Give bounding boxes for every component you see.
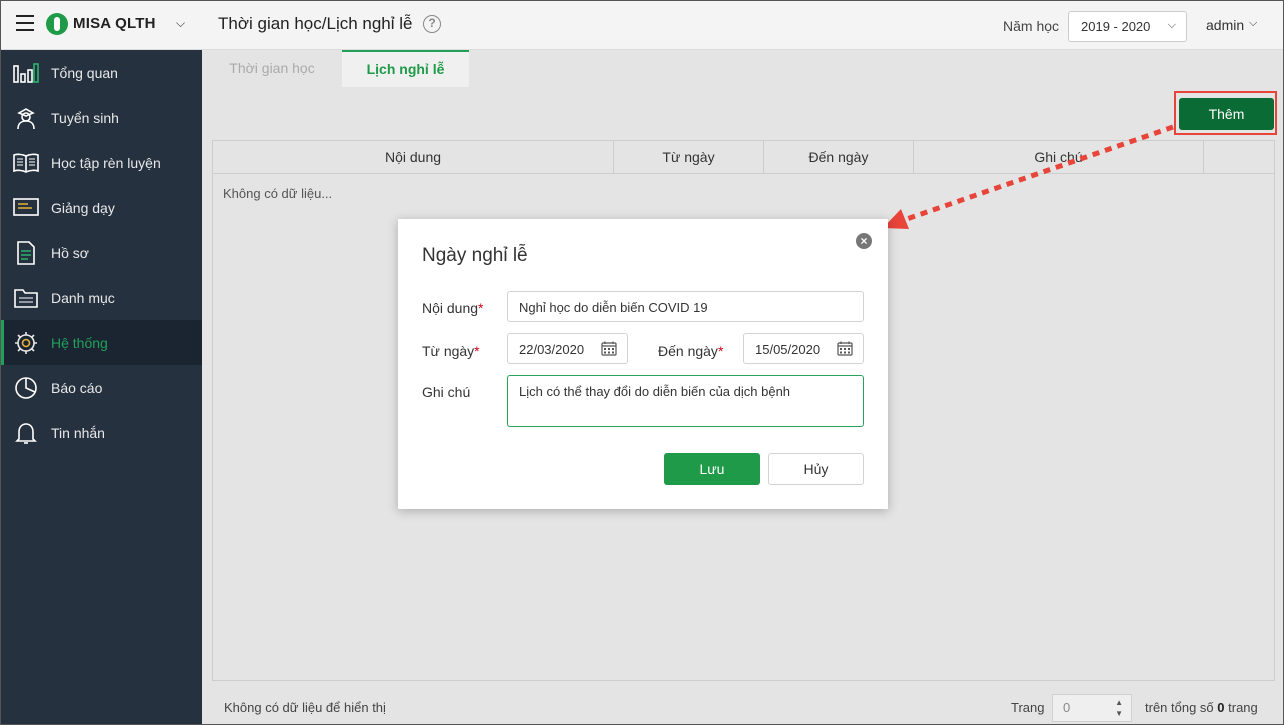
calendar-icon[interactable] bbox=[601, 341, 617, 356]
pie-chart-icon bbox=[13, 376, 39, 400]
note-label: Ghi chú bbox=[422, 384, 471, 400]
sidebar-item-tin-nhan[interactable]: Tin nhắn bbox=[1, 410, 202, 455]
menu-icon[interactable] bbox=[16, 15, 34, 33]
page-total: trên tổng số 0 trang bbox=[1145, 700, 1258, 715]
board-icon bbox=[13, 196, 39, 220]
content-label: Nội dung* bbox=[422, 300, 484, 316]
sidebar-item-label: Học tập rèn luyện bbox=[51, 154, 161, 171]
tab-bar: Thời gian học Lịch nghỉ lễ bbox=[202, 50, 1283, 87]
cancel-button[interactable]: Hủy bbox=[768, 453, 864, 485]
note-textarea[interactable]: Lịch có thể thay đổi do diễn biến của dị… bbox=[507, 375, 864, 427]
page-total-suffix: trang bbox=[1228, 700, 1258, 715]
annotation-arrow bbox=[883, 124, 1174, 229]
misa-logo-icon bbox=[46, 13, 68, 35]
add-button-highlight: Thêm bbox=[1174, 91, 1277, 135]
tab-lich-nghi-le[interactable]: Lịch nghỉ lễ bbox=[342, 50, 469, 87]
page-label: Trang bbox=[1011, 700, 1045, 715]
required-mark: * bbox=[717, 343, 724, 359]
spinner-arrows-icon[interactable]: ▲ ▼ bbox=[1115, 697, 1123, 719]
page-total-value: 0 bbox=[1217, 700, 1225, 715]
sidebar-item-bao-cao[interactable]: Báo cáo bbox=[1, 365, 202, 410]
sidebar-item-label: Danh mục bbox=[51, 289, 115, 306]
help-icon[interactable]: ? bbox=[423, 15, 441, 33]
to-date-label: Đến ngày* bbox=[658, 343, 723, 359]
column-header-content[interactable]: Nội dung bbox=[213, 141, 614, 174]
chevron-down-icon[interactable]: ⌵ bbox=[1249, 17, 1257, 30]
page-total-prefix: trên tổng số bbox=[1145, 700, 1214, 715]
page-number-value: 0 bbox=[1063, 700, 1071, 715]
gear-icon bbox=[13, 331, 39, 355]
calendar-icon[interactable] bbox=[837, 341, 853, 356]
to-date-input[interactable]: 15/05/2020 bbox=[743, 333, 864, 364]
required-mark: * bbox=[474, 343, 480, 359]
page-number-input[interactable]: 0 ▲ ▼ bbox=[1052, 694, 1132, 722]
sidebar-item-tong-quan[interactable]: Tổng quan bbox=[1, 50, 202, 95]
from-date-label: Từ ngày* bbox=[422, 343, 480, 359]
to-date-value: 15/05/2020 bbox=[755, 342, 821, 357]
sidebar-item-label: Tuyển sinh bbox=[51, 109, 119, 126]
dialog-title: Ngày nghỉ lễ bbox=[422, 245, 528, 266]
from-date-value: 22/03/2020 bbox=[519, 342, 585, 357]
grid-empty-text: Không có dữ liệu... bbox=[223, 186, 333, 201]
app-logo-text: MISA QLTH bbox=[73, 15, 156, 32]
sidebar-item-label: Giảng dạy bbox=[51, 199, 115, 216]
from-date-label-text: Từ ngày bbox=[422, 343, 475, 359]
chevron-down-icon: ⌵ bbox=[1167, 19, 1176, 31]
top-header: MISA QLTH ⌵ Thời gian học/Lịch nghỉ lễ ?… bbox=[1, 1, 1283, 50]
app-window: MISA QLTH ⌵ Thời gian học/Lịch nghỉ lễ ?… bbox=[0, 0, 1284, 725]
sidebar: Tổng quan Tuyển sinh Học tập rèn luyện G… bbox=[1, 50, 202, 724]
tab-thoi-gian-hoc[interactable]: Thời gian học bbox=[202, 50, 342, 87]
save-button[interactable]: Lưu bbox=[664, 453, 760, 485]
book-icon bbox=[13, 151, 39, 175]
sidebar-item-tuyen-sinh[interactable]: Tuyển sinh bbox=[1, 95, 202, 140]
from-date-input[interactable]: 22/03/2020 bbox=[507, 333, 628, 364]
footer-status: Không có dữ liệu để hiển thị bbox=[224, 700, 386, 715]
sidebar-item-he-thong[interactable]: Hệ thống bbox=[1, 320, 202, 365]
sidebar-item-giang-day[interactable]: Giảng dạy bbox=[1, 185, 202, 230]
column-header-from-date[interactable]: Từ ngày bbox=[614, 141, 764, 174]
sidebar-item-danh-muc[interactable]: Danh mục bbox=[1, 275, 202, 320]
sidebar-item-label: Tin nhắn bbox=[51, 424, 105, 441]
content-input-value: Nghỉ học do diễn biến COVID 19 bbox=[519, 300, 708, 315]
close-icon[interactable]: × bbox=[856, 233, 872, 249]
sidebar-item-label: Hệ thống bbox=[51, 334, 108, 351]
content-label-text: Nội dung bbox=[422, 300, 479, 316]
sidebar-item-label: Hồ sơ bbox=[51, 244, 89, 261]
sidebar-item-ho-so[interactable]: Hồ sơ bbox=[1, 230, 202, 275]
to-date-label-text: Đến ngày bbox=[658, 343, 718, 359]
sidebar-item-label: Tổng quan bbox=[51, 64, 118, 81]
user-menu[interactable]: admin bbox=[1206, 17, 1244, 33]
bell-icon bbox=[13, 421, 39, 445]
school-year-select[interactable]: 2019 - 2020 ⌵ bbox=[1068, 11, 1187, 42]
required-mark: * bbox=[478, 300, 484, 316]
folder-icon bbox=[13, 286, 39, 310]
school-year-value: 2019 - 2020 bbox=[1081, 19, 1151, 34]
chart-icon bbox=[13, 61, 39, 85]
note-value: Lịch có thể thay đổi do diễn biến của dị… bbox=[519, 384, 791, 399]
content-input[interactable]: Nghỉ học do diễn biến COVID 19 bbox=[507, 291, 864, 322]
sidebar-item-hoc-tap[interactable]: Học tập rèn luyện bbox=[1, 140, 202, 185]
document-icon bbox=[13, 240, 39, 265]
school-year-label: Năm học bbox=[1003, 18, 1060, 34]
chevron-down-icon[interactable]: ⌵ bbox=[176, 16, 185, 31]
page-title: Thời gian học/Lịch nghỉ lễ bbox=[218, 14, 413, 33]
sidebar-item-label: Báo cáo bbox=[51, 379, 103, 396]
add-button[interactable]: Thêm bbox=[1179, 98, 1274, 130]
student-icon bbox=[13, 106, 39, 130]
holiday-dialog: Ngày nghỉ lễ × Nội dung* Nghỉ học do diễ… bbox=[398, 219, 888, 509]
grid-footer: Không có dữ liệu để hiển thị Trang 0 ▲ ▼ … bbox=[202, 690, 1283, 724]
